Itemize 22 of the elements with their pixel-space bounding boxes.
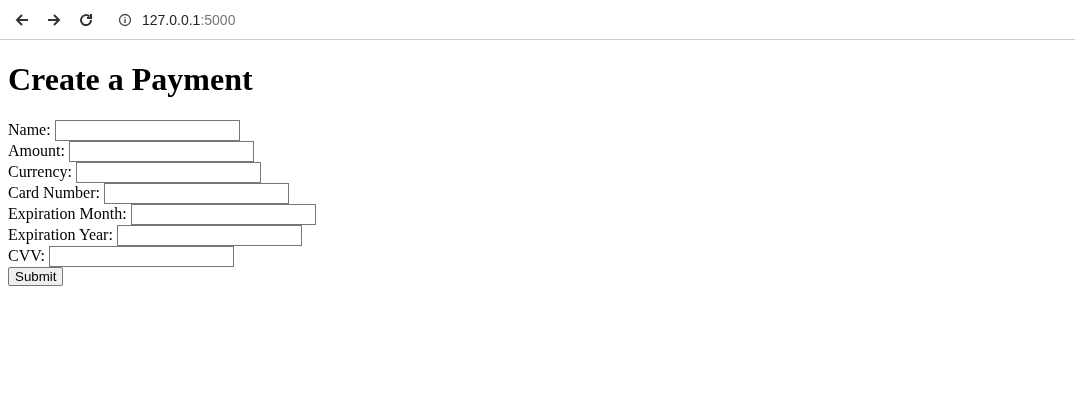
field-label: Currency: xyxy=(8,163,72,180)
input-field[interactable] xyxy=(116,225,302,246)
input-field[interactable] xyxy=(130,204,316,225)
reload-icon[interactable] xyxy=(78,11,94,28)
input-field[interactable] xyxy=(49,246,235,267)
field-label: CVV: xyxy=(8,247,46,264)
submit-button[interactable]: Submit xyxy=(8,267,64,286)
input-field[interactable] xyxy=(68,141,254,162)
field-label: Name: xyxy=(8,121,51,138)
field-label: Expiration Month: xyxy=(8,205,127,222)
url-port: :5000 xyxy=(200,11,236,28)
input-field[interactable] xyxy=(76,162,261,183)
forward-icon[interactable] xyxy=(46,11,62,28)
field-label: Card Number: xyxy=(8,184,100,201)
field-label: Expiration Year: xyxy=(8,226,113,243)
url-host: 127.0.0.1 xyxy=(142,11,201,28)
field-label: Amount: xyxy=(8,142,65,159)
input-field[interactable] xyxy=(104,183,289,204)
back-icon[interactable] xyxy=(14,11,30,28)
input-field[interactable] xyxy=(54,120,240,141)
page-heading: Create a Payment xyxy=(8,61,254,98)
info-icon[interactable] xyxy=(118,12,132,27)
